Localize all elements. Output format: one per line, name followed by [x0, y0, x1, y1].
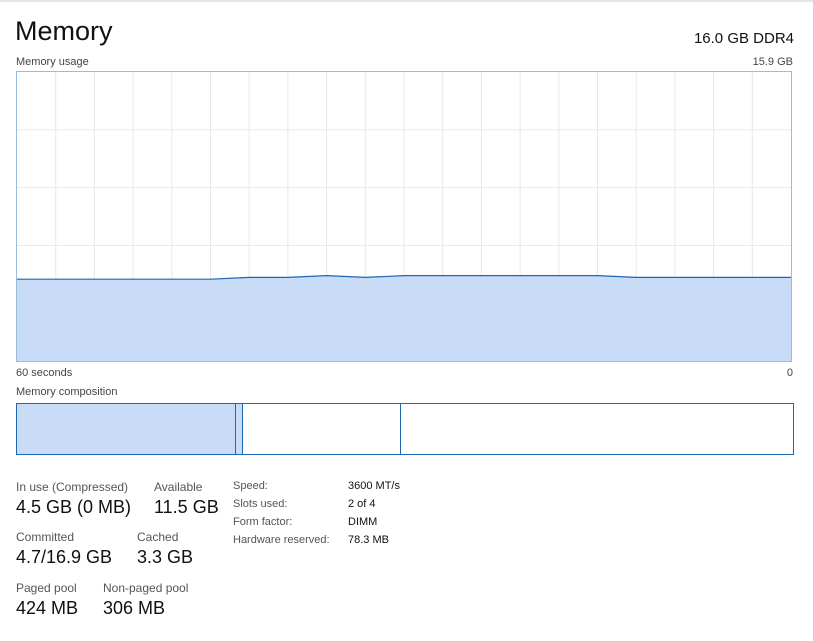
top-divider: [0, 0, 813, 2]
composition-modified: [235, 404, 243, 454]
stat-committed-label: Committed: [16, 530, 75, 544]
page-title: Memory: [15, 16, 113, 46]
stat-cached-label: Cached: [137, 530, 179, 544]
info-slots-label: Slots used:: [233, 498, 288, 510]
info-reserved-value: 78.3 MB: [348, 534, 389, 546]
info-row-speed: Speed: 3600 MT/s: [233, 480, 400, 498]
stat-available-label: Available: [154, 480, 203, 494]
memory-spec: 16.0 GB DDR4: [693, 30, 794, 47]
chart-time-start: 60 seconds: [16, 367, 73, 379]
stat-in-use-value: 4.5 GB (0 MB): [16, 497, 132, 517]
info-row-slots: Slots used: 2 of 4: [233, 498, 400, 516]
info-row-form-factor: Form factor: DIMM: [233, 516, 400, 534]
stat-nonpaged-pool-value: 306 MB: [103, 598, 166, 618]
stat-in-use: In use (Compressed) 4.5 GB (0 MB): [16, 480, 131, 518]
stat-paged-pool-value: 424 MB: [16, 598, 79, 618]
stat-nonpaged-pool-label: Non-paged pool: [103, 581, 189, 595]
composition-label: Memory composition: [16, 386, 118, 398]
stat-cached-value: 3.3 GB: [137, 547, 194, 567]
chart-time-end: 0: [786, 367, 793, 379]
memory-usage-chart: [16, 71, 792, 362]
stat-committed-value: 4.7/16.9 GB: [16, 547, 113, 567]
stat-available: Available 11.5 GB: [154, 480, 219, 518]
composition-in-use: [17, 404, 235, 454]
info-row-hardware-reserved: Hardware reserved: 78.3 MB: [233, 534, 400, 552]
composition-free: [401, 404, 793, 454]
info-reserved-label: Hardware reserved:: [233, 534, 330, 546]
memory-usage-area: [17, 275, 791, 361]
composition-standby: [243, 404, 401, 454]
stat-in-use-label: In use (Compressed): [16, 480, 129, 494]
info-speed-label: Speed:: [233, 480, 268, 492]
memory-usage-svg: [17, 72, 791, 361]
memory-composition-bar: [16, 403, 794, 455]
stat-available-value: 11.5 GB: [154, 497, 219, 517]
info-form-label: Form factor:: [233, 516, 293, 528]
chart-label: Memory usage: [16, 56, 89, 68]
chart-max-label: 15.9 GB: [752, 56, 793, 68]
memory-info-table: Speed: 3600 MT/s Slots used: 2 of 4 Form…: [233, 480, 400, 552]
stat-nonpaged-pool: Non-paged pool 306 MB: [103, 581, 188, 619]
stat-committed: Committed 4.7/16.9 GB: [16, 530, 112, 568]
stat-cached: Cached 3.3 GB: [137, 530, 193, 568]
stat-paged-pool: Paged pool 424 MB: [16, 581, 78, 619]
info-slots-value: 2 of 4: [348, 498, 376, 510]
info-form-value: DIMM: [348, 516, 378, 528]
info-speed-value: 3600 MT/s: [348, 480, 400, 492]
stat-paged-pool-label: Paged pool: [16, 581, 77, 595]
